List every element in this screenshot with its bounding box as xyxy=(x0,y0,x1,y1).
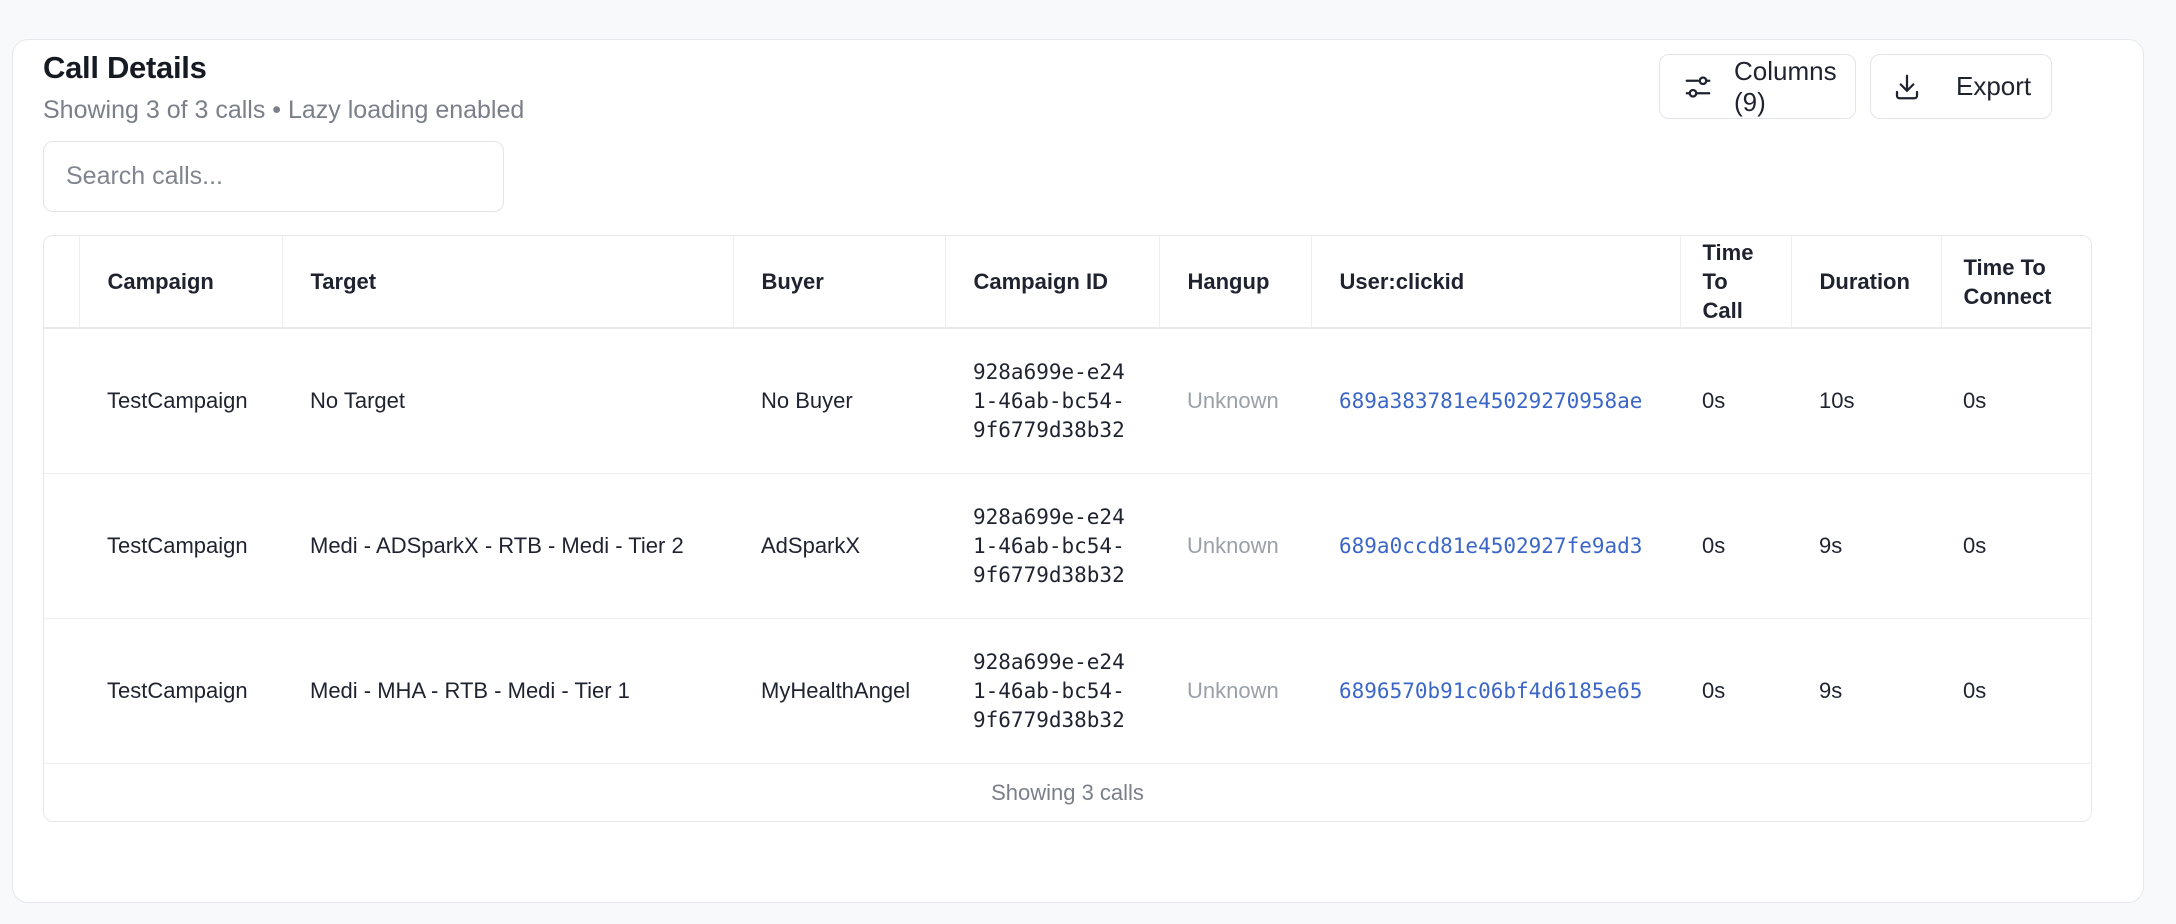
column-header-time-to-connect[interactable]: Time To Connect xyxy=(1941,236,2091,329)
duration-cell: 9s xyxy=(1791,618,1941,764)
columns-button-label: Columns (9) xyxy=(1734,55,1837,117)
time-to-call-cell: 0s xyxy=(1680,328,1791,474)
time-to-call-cell: 0s xyxy=(1680,473,1791,619)
target-cell: No Target xyxy=(282,328,733,474)
time-to-call-cell: 0s xyxy=(1680,618,1791,764)
clickid-link[interactable]: 6896570b91c06bf4d6185e65 xyxy=(1311,618,1680,764)
columns-button[interactable]: Columns (9) xyxy=(1659,54,1856,119)
column-header-duration[interactable]: Duration xyxy=(1791,236,1942,329)
table-footer: Showing 3 calls xyxy=(991,780,1144,805)
clickid-link[interactable]: 689a0ccd81e4502927fe9ad3 xyxy=(1311,473,1680,619)
row-select-cell xyxy=(44,473,79,619)
export-button[interactable]: Export xyxy=(1870,54,2052,119)
hangup-cell: Unknown xyxy=(1159,618,1311,764)
sliders-icon xyxy=(1683,72,1713,102)
campaign-id-cell: 928a699e-e241-46ab-bc54-9f6779d38b32 xyxy=(945,473,1159,619)
export-button-label: Export xyxy=(1956,71,2032,101)
buyer-cell: MyHealthAngel xyxy=(733,618,945,764)
hangup-cell: Unknown xyxy=(1159,473,1311,619)
table-header-row: Campaign Target Buyer Campaign ID Hangup… xyxy=(44,236,2091,329)
column-header-buyer[interactable]: Buyer xyxy=(733,236,946,329)
calls-table: Campaign Target Buyer Campaign ID Hangup… xyxy=(43,235,2092,822)
column-header-target[interactable]: Target xyxy=(282,236,734,329)
target-cell: Medi - ADSparkX - RTB - Medi - Tier 2 xyxy=(282,473,733,619)
search-input[interactable] xyxy=(43,141,504,212)
clickid-link[interactable]: 689a383781e45029270958ae xyxy=(1311,328,1680,474)
duration-cell: 10s xyxy=(1791,328,1941,474)
row-select-cell xyxy=(44,618,79,764)
campaign-cell: TestCampaign xyxy=(79,473,282,619)
time-to-connect-cell: 0s xyxy=(1941,473,2091,619)
time-to-connect-cell: 0s xyxy=(1941,618,2091,764)
buyer-cell: No Buyer xyxy=(733,328,945,474)
time-to-connect-cell: 0s xyxy=(1941,328,2091,474)
table-row[interactable]: TestCampaign Medi - MHA - RTB - Medi - T… xyxy=(44,618,2091,764)
target-cell: Medi - MHA - RTB - Medi - Tier 1 xyxy=(282,618,733,764)
row-select-cell xyxy=(44,328,79,474)
duration-cell: 9s xyxy=(1791,473,1941,619)
column-header-time-to-call[interactable]: Time To Call xyxy=(1680,236,1792,329)
column-header-select[interactable] xyxy=(44,236,80,329)
download-icon xyxy=(1892,72,1922,102)
table-row[interactable]: TestCampaign No Target No Buyer 928a699e… xyxy=(44,328,2091,474)
campaign-id-cell: 928a699e-e241-46ab-bc54-9f6779d38b32 xyxy=(945,328,1159,474)
campaign-cell: TestCampaign xyxy=(79,618,282,764)
campaign-id-cell: 928a699e-e241-46ab-bc54-9f6779d38b32 xyxy=(945,618,1159,764)
column-header-clickid[interactable]: User:clickid xyxy=(1311,236,1681,329)
column-header-campaign[interactable]: Campaign xyxy=(79,236,283,329)
campaign-cell: TestCampaign xyxy=(79,328,282,474)
column-header-hangup[interactable]: Hangup xyxy=(1159,236,1312,329)
table-row[interactable]: TestCampaign Medi - ADSparkX - RTB - Med… xyxy=(44,473,2091,619)
page-subtitle: Showing 3 of 3 calls • Lazy loading enab… xyxy=(43,96,525,124)
buyer-cell: AdSparkX xyxy=(733,473,945,619)
column-header-campaign-id[interactable]: Campaign ID xyxy=(945,236,1160,329)
page-title: Call Details xyxy=(43,50,207,85)
hangup-cell: Unknown xyxy=(1159,328,1311,474)
